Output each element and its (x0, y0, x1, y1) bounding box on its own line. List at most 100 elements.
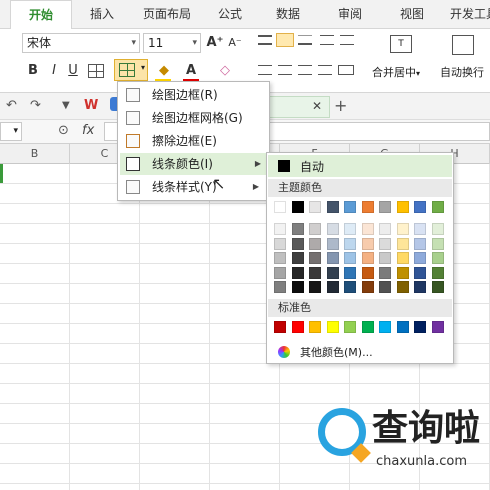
theme-color-swatch[interactable] (309, 201, 321, 213)
theme-shade-swatch[interactable] (361, 266, 374, 279)
close-icon[interactable]: ✕ (312, 99, 322, 113)
theme-color-swatch[interactable] (379, 201, 391, 213)
align-bottom-icon[interactable] (298, 35, 312, 45)
font-name-select[interactable]: 宋体 ▾ (22, 33, 140, 53)
theme-color-swatch[interactable] (396, 201, 409, 213)
theme-color-swatch[interactable] (274, 201, 286, 213)
theme-shade-swatch[interactable] (431, 266, 444, 279)
theme-shade-swatch[interactable] (274, 281, 286, 293)
standard-color-swatch[interactable] (326, 321, 339, 333)
column-header[interactable]: B (0, 144, 70, 164)
theme-shade-swatch[interactable] (361, 252, 374, 264)
theme-color-swatch[interactable] (291, 201, 304, 213)
indent-icon[interactable] (320, 35, 334, 45)
tab-view[interactable]: 视图 (392, 0, 432, 29)
chevron-down-icon[interactable]: ▼ (62, 100, 70, 111)
tab-data[interactable]: 数据 (268, 0, 308, 29)
bold-button[interactable]: B (24, 61, 42, 81)
theme-color-swatch[interactable] (344, 201, 356, 213)
theme-shade-swatch[interactable] (361, 281, 374, 293)
tab-insert[interactable]: 插入 (82, 0, 122, 29)
align-right-icon[interactable] (298, 65, 312, 75)
theme-shade-swatch[interactable] (379, 237, 391, 250)
merge-center-icon[interactable]: T (390, 35, 412, 53)
redo-icon[interactable]: ↷ (30, 98, 41, 113)
theme-shade-swatch[interactable] (309, 252, 321, 264)
theme-shade-swatch[interactable] (326, 266, 339, 279)
theme-shade-swatch[interactable] (309, 266, 321, 279)
theme-shade-swatch[interactable] (291, 266, 304, 279)
align-left-icon[interactable] (258, 65, 272, 75)
font-size-select[interactable]: 11 ▾ (143, 33, 201, 53)
tab-formulas[interactable]: 公式 (210, 0, 250, 29)
tab-home[interactable]: 开始 (10, 0, 72, 30)
theme-shade-swatch[interactable] (274, 252, 286, 264)
theme-shade-swatch[interactable] (326, 237, 339, 250)
theme-shade-swatch[interactable] (361, 223, 374, 235)
standard-color-swatch[interactable] (274, 321, 286, 333)
menu-item-draw-border-grid[interactable]: 绘图边框网格(G) (120, 107, 267, 129)
fx-label[interactable]: fx (82, 123, 94, 138)
borders-icon[interactable] (88, 64, 104, 78)
theme-shade-swatch[interactable] (396, 252, 409, 264)
italic-button[interactable]: I (46, 61, 62, 81)
theme-shade-swatch[interactable] (344, 252, 356, 264)
theme-color-swatch[interactable] (361, 201, 374, 213)
menu-item-draw-border[interactable]: 绘图边框(R) (120, 84, 267, 106)
wrap-text-icon[interactable] (452, 35, 474, 55)
theme-shade-swatch[interactable] (291, 252, 304, 264)
tab-review[interactable]: 审阅 (330, 0, 370, 29)
auto-color-item[interactable]: 自动 (268, 155, 452, 177)
standard-color-swatch[interactable] (396, 321, 409, 333)
theme-shade-swatch[interactable] (291, 281, 304, 293)
name-box[interactable]: ▾ (0, 122, 22, 141)
undo-icon[interactable]: ↶ (6, 98, 17, 113)
theme-shade-swatch[interactable] (431, 237, 444, 250)
clear-format-icon[interactable]: ◇ (216, 61, 234, 81)
align-top-icon[interactable] (258, 35, 272, 45)
theme-shade-swatch[interactable] (396, 281, 409, 293)
theme-shade-swatch[interactable] (431, 223, 444, 235)
outdent-icon[interactable] (340, 35, 354, 45)
theme-shade-swatch[interactable] (344, 237, 356, 250)
menu-item-line-color[interactable]: 线条颜色(I) ▶ (120, 153, 269, 175)
theme-shade-swatch[interactable] (309, 237, 321, 250)
add-tab-icon[interactable]: + (334, 96, 347, 115)
theme-shade-swatch[interactable] (396, 223, 409, 235)
align-middle-icon[interactable] (276, 33, 294, 47)
theme-color-swatch[interactable] (431, 201, 444, 213)
theme-shade-swatch[interactable] (344, 266, 356, 279)
theme-shade-swatch[interactable] (274, 237, 286, 250)
theme-shade-swatch[interactable] (414, 237, 426, 250)
theme-shade-swatch[interactable] (379, 223, 391, 235)
theme-shade-swatch[interactable] (326, 252, 339, 264)
theme-shade-swatch[interactable] (361, 237, 374, 250)
theme-shade-swatch[interactable] (344, 281, 356, 293)
theme-shade-swatch[interactable] (274, 223, 286, 235)
theme-shade-swatch[interactable] (396, 266, 409, 279)
standard-color-swatch[interactable] (291, 321, 304, 333)
theme-shade-swatch[interactable] (396, 237, 409, 250)
menu-item-line-style[interactable]: 线条样式(Y) ▶ (120, 176, 267, 198)
theme-shade-swatch[interactable] (309, 281, 321, 293)
standard-color-swatch[interactable] (414, 321, 426, 333)
standard-color-swatch[interactable] (344, 321, 356, 333)
zoom-icon[interactable]: ⊙ (58, 123, 69, 138)
distribute-icon[interactable] (338, 65, 354, 75)
underline-button[interactable]: U (64, 61, 82, 81)
more-colors-item[interactable]: 其他颜色(M)... (268, 341, 452, 363)
standard-color-swatch[interactable] (379, 321, 391, 333)
theme-color-swatch[interactable] (414, 201, 426, 213)
theme-shade-swatch[interactable] (291, 237, 304, 250)
theme-shade-swatch[interactable] (379, 252, 391, 264)
theme-shade-swatch[interactable] (291, 223, 304, 235)
theme-shade-swatch[interactable] (309, 223, 321, 235)
theme-shade-swatch[interactable] (414, 266, 426, 279)
tab-developer[interactable]: 开发工具 (446, 0, 490, 29)
standard-color-swatch[interactable] (431, 321, 444, 333)
theme-shade-swatch[interactable] (379, 281, 391, 293)
theme-shade-swatch[interactable] (414, 252, 426, 264)
menu-item-erase-border[interactable]: 擦除边框(E) (120, 130, 267, 152)
grow-font-button[interactable]: A⁺ (206, 33, 224, 53)
justify-icon[interactable] (318, 65, 332, 75)
